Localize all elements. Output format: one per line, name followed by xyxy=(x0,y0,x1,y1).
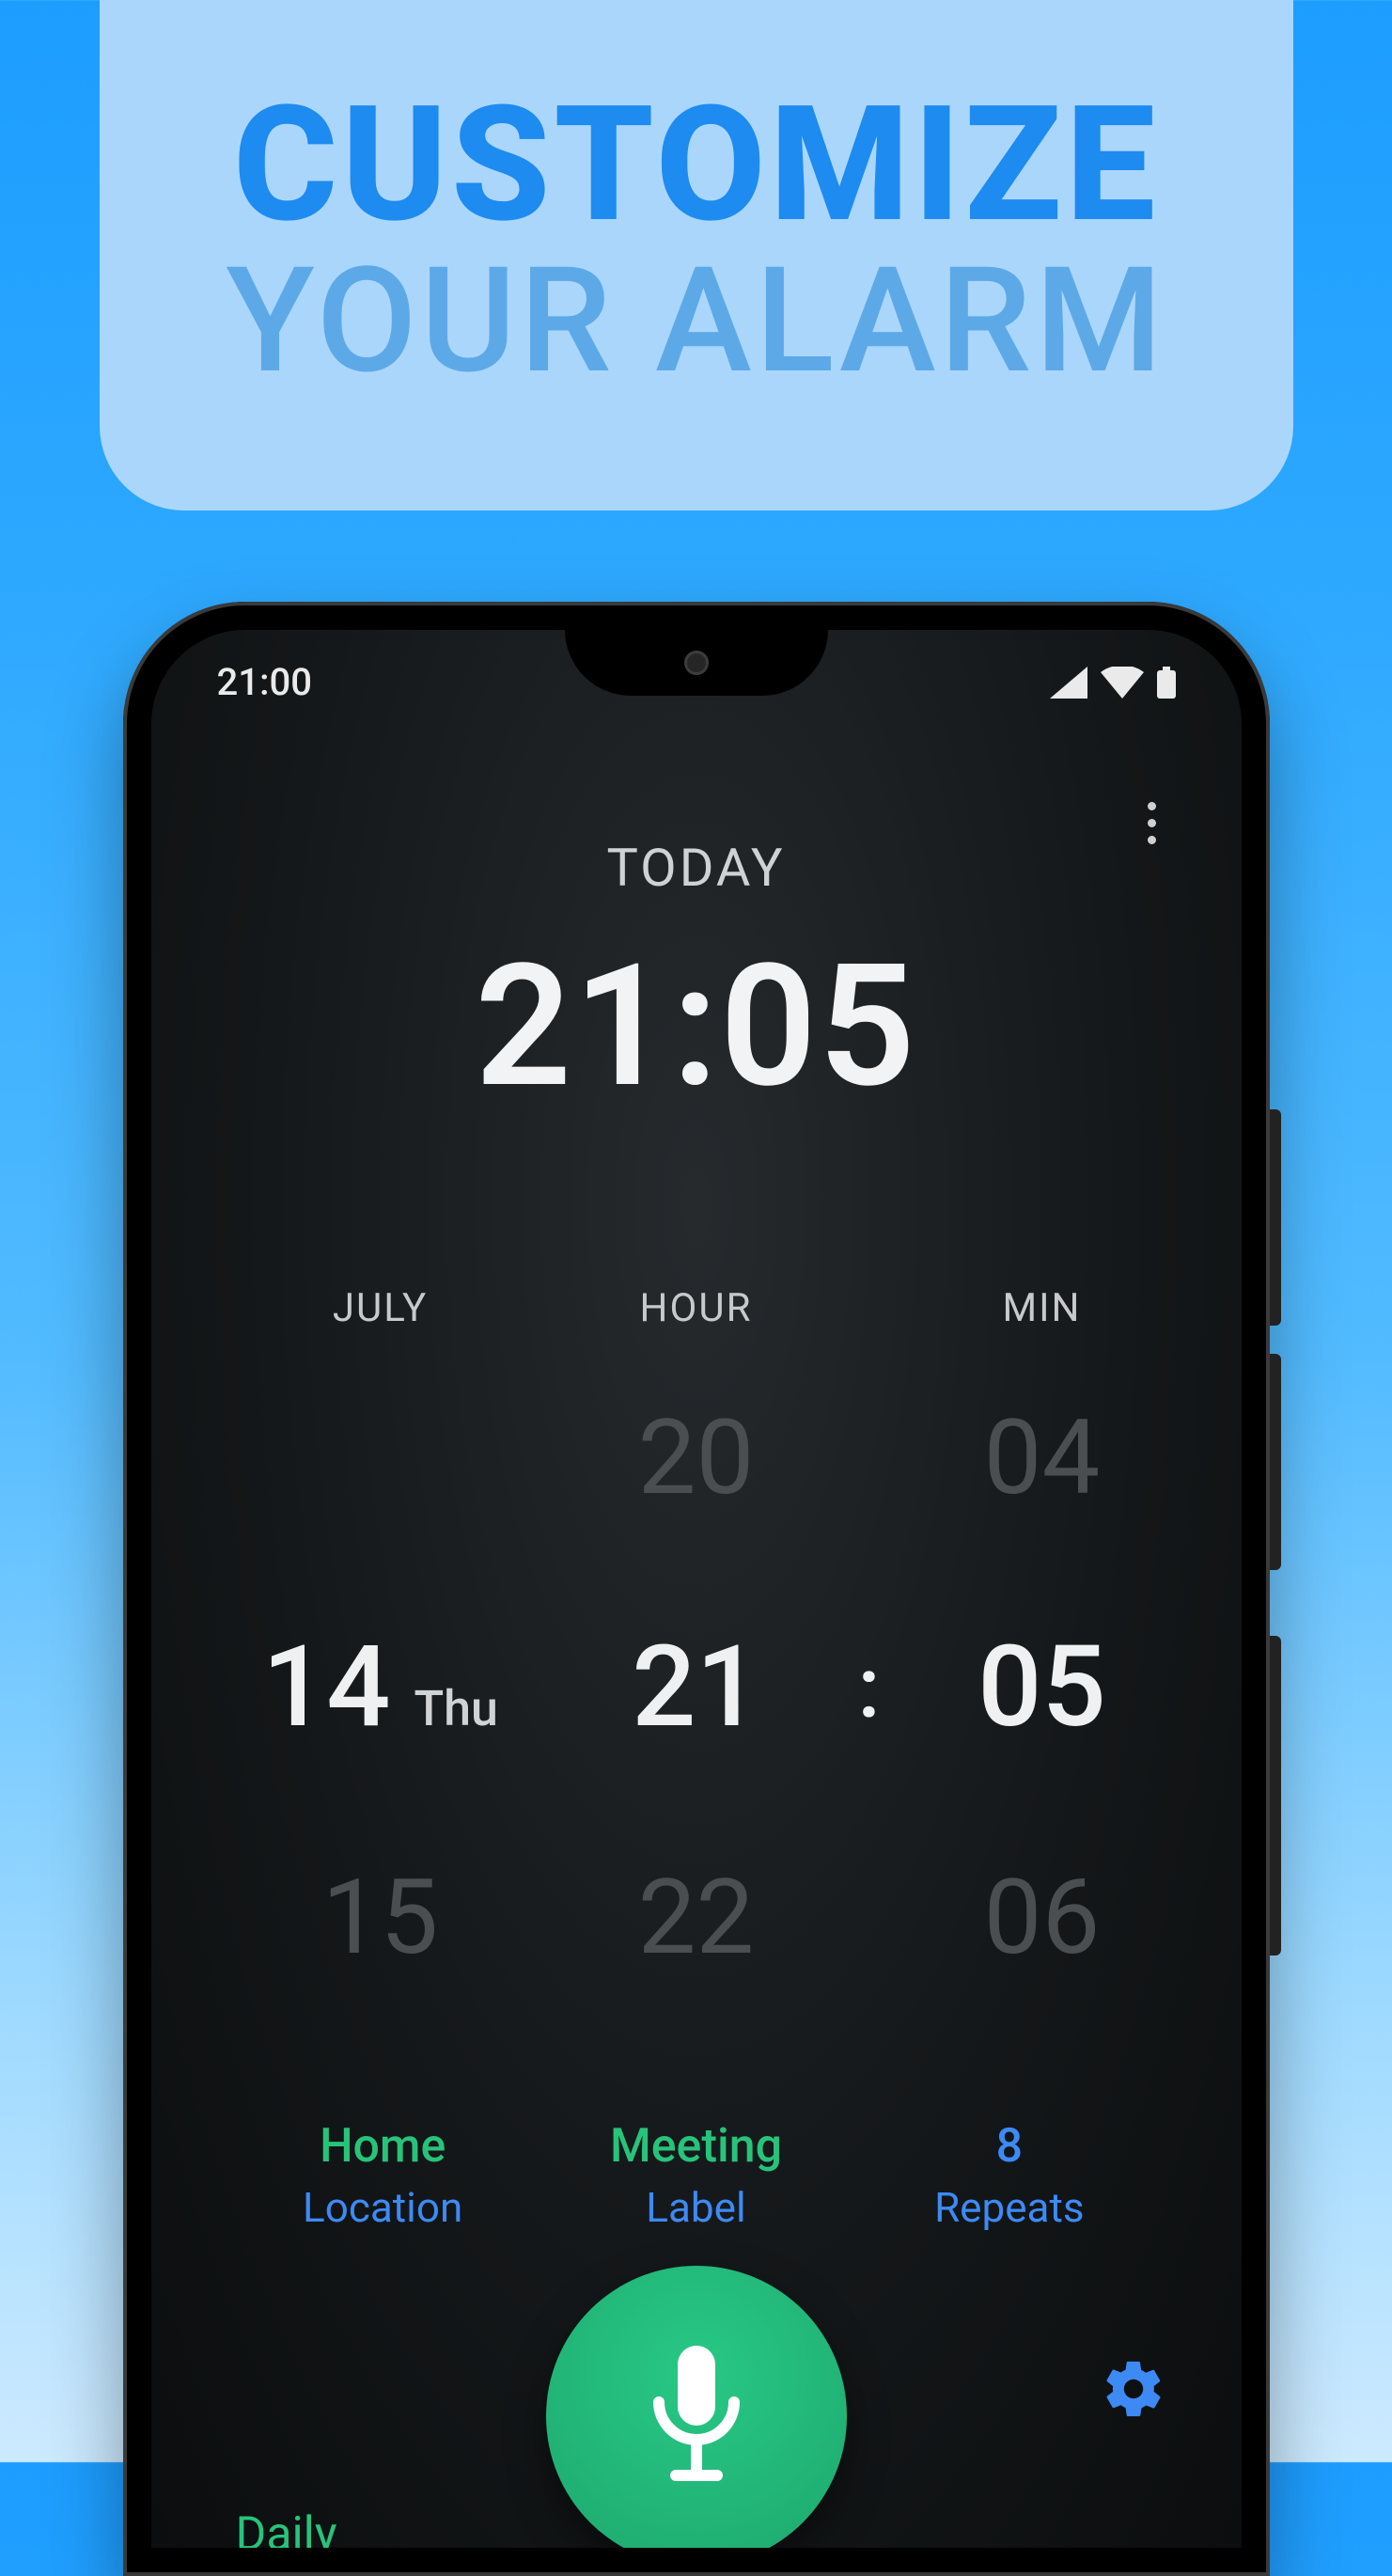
voice-fab-button[interactable] xyxy=(546,2266,847,2548)
banner-line1: CUSTOMIZE xyxy=(137,85,1256,244)
volume-down-button[interactable] xyxy=(1270,1354,1281,1570)
picker-colon: : xyxy=(839,1639,899,1737)
picker-header-date: JULY xyxy=(208,1285,554,1331)
picker-prev-min: 04 xyxy=(899,1397,1185,1518)
picker-header-min: MIN xyxy=(899,1285,1185,1331)
picker-next-hour: 22 xyxy=(554,1857,839,1978)
picker-row-prev[interactable]: 20 : 04 xyxy=(208,1397,1185,1518)
banner-line2: YOUR ALARM xyxy=(137,244,1256,398)
picker-header-hour: HOUR xyxy=(554,1285,839,1331)
meta-label[interactable]: Meeting Label xyxy=(540,2119,852,2232)
picker-prev-hour: 20 xyxy=(554,1397,839,1518)
picker-active-min: 05 xyxy=(899,1622,1185,1753)
alarm-time-display: 21:05 xyxy=(151,927,1242,1125)
picker-active-dow: Thu xyxy=(414,1680,498,1737)
meta-label-caption: Label xyxy=(540,2183,852,2232)
meta-repeats-value: 8 xyxy=(852,2119,1165,2174)
phone-frame: 21:00 TODAY 21:05 JULY HOUR MIN xyxy=(123,602,1270,2576)
settings-button[interactable] xyxy=(1101,2356,1166,2426)
picker-active-hour: 21 xyxy=(554,1622,839,1753)
volume-up-button[interactable] xyxy=(1270,1109,1281,1326)
microphone-icon xyxy=(645,2346,748,2487)
picker-next-date: 15 xyxy=(208,1857,554,1978)
meta-location-caption: Location xyxy=(227,2183,540,2232)
meta-location-value: Home xyxy=(227,2119,540,2174)
phone-screen: 21:00 TODAY 21:05 JULY HOUR MIN xyxy=(151,630,1242,2548)
meta-label-value: Meeting xyxy=(540,2119,852,2174)
meta-location[interactable]: Home Location xyxy=(227,2119,540,2232)
meta-repeats[interactable]: 8 Repeats xyxy=(852,2119,1165,2232)
picker-next-min: 06 xyxy=(899,1857,1185,1978)
overflow-menu-button[interactable] xyxy=(1129,799,1176,846)
picker-active-date: 14 xyxy=(262,1622,390,1753)
promo-banner: CUSTOMIZE YOUR ALARM xyxy=(100,0,1293,510)
power-button[interactable] xyxy=(1270,1636,1281,1956)
picker-row-active[interactable]: 14 Thu 21 : 05 xyxy=(208,1622,1185,1753)
time-picker[interactable]: JULY HOUR MIN 20 : 04 14 Thu 21 xyxy=(151,1285,1242,1978)
today-label: TODAY xyxy=(151,837,1242,899)
meta-repeats-caption: Repeats xyxy=(852,2183,1165,2232)
daily-label[interactable]: Daily xyxy=(236,2507,337,2548)
gear-icon xyxy=(1101,2356,1166,2422)
picker-row-next[interactable]: 15 22 : 06 xyxy=(208,1857,1185,1978)
